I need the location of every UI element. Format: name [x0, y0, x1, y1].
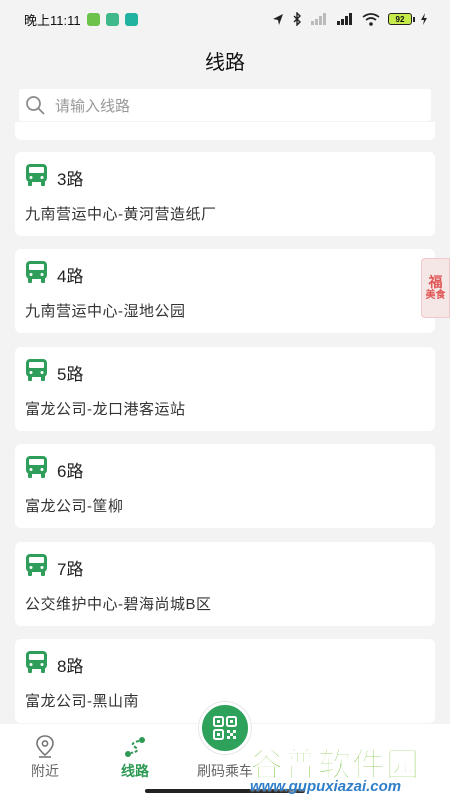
route-card-partial[interactable] [15, 122, 435, 140]
nav-nearby[interactable]: 附近 [0, 724, 90, 784]
search-icon [26, 96, 45, 115]
route-name: 6路 [57, 462, 84, 481]
charging-icon [421, 13, 427, 25]
wifi-icon [362, 12, 380, 26]
status-time: 晚上11:11 [24, 12, 81, 28]
scan-ride-button[interactable] [199, 702, 251, 754]
nav-lines-label: 线路 [121, 763, 149, 779]
search-placeholder: 请输入线路 [55, 97, 131, 115]
qr-code-icon [213, 716, 237, 740]
nav-scan-label: 刷码乘车 [197, 763, 253, 779]
bus-icon [26, 651, 47, 673]
route-name: 3路 [57, 170, 84, 189]
route-desc: 九南营运中心-湿地公园 [25, 303, 186, 320]
promo-text-1: 福 [428, 273, 443, 290]
route-icon [125, 737, 145, 757]
bus-icon [26, 359, 47, 381]
route-name: 5路 [57, 365, 84, 384]
bus-icon [26, 261, 47, 283]
route-desc: 富龙公司-黑山南 [25, 693, 139, 710]
route-name: 4路 [57, 267, 84, 286]
route-name: 7路 [57, 560, 84, 579]
signal-2-icon [337, 13, 352, 25]
battery-icon: 92 [388, 13, 415, 25]
shield-notification-icon [124, 12, 138, 26]
bus-icon [26, 554, 47, 576]
app-notification-icon [86, 12, 100, 26]
route-card[interactable]: 5路 富龙公司-龙口港客运站 [15, 347, 435, 431]
route-name: 8路 [57, 657, 84, 676]
route-desc: 公交维护中心-碧海尚城B区 [25, 596, 212, 613]
route-desc: 富龙公司-龙口港客运站 [25, 401, 186, 418]
route-desc: 九南营运中心-黄河营造纸厂 [25, 206, 217, 223]
route-desc: 富龙公司-筐柳 [25, 498, 124, 515]
send-notification-icon [105, 12, 119, 26]
status-bar: 晚上11:11 92 [0, 0, 450, 38]
route-card[interactable]: 3路 九南营运中心-黄河营造纸厂 [15, 152, 435, 236]
route-list[interactable]: 3路 九南营运中心-黄河营造纸厂 4路 九南营运中心-湿地公园 5路 富龙公司-… [0, 122, 450, 724]
home-indicator [145, 789, 305, 793]
bus-icon [26, 164, 47, 186]
signal-1-icon [311, 13, 326, 25]
floating-promo[interactable]: 福 美食 [421, 258, 450, 318]
bluetooth-icon [293, 12, 301, 26]
bus-icon [26, 456, 47, 478]
status-right: 92 [272, 12, 428, 26]
location-pin-icon [36, 735, 54, 758]
location-icon [273, 13, 283, 25]
status-left: 晚上11:11 [24, 10, 138, 29]
route-card[interactable]: 6路 富龙公司-筐柳 [15, 444, 435, 528]
nav-nearby-label: 附近 [31, 763, 59, 779]
page-title: 线路 [205, 51, 245, 74]
nav-lines[interactable]: 线路 [90, 724, 180, 784]
route-card[interactable]: 4路 九南营运中心-湿地公园 [15, 249, 435, 333]
battery-level: 92 [395, 14, 405, 24]
promo-text-2: 美食 [425, 290, 446, 302]
search-input[interactable]: 请输入线路 [19, 89, 431, 121]
route-card[interactable]: 7路 公交维护中心-碧海尚城B区 [15, 542, 435, 626]
